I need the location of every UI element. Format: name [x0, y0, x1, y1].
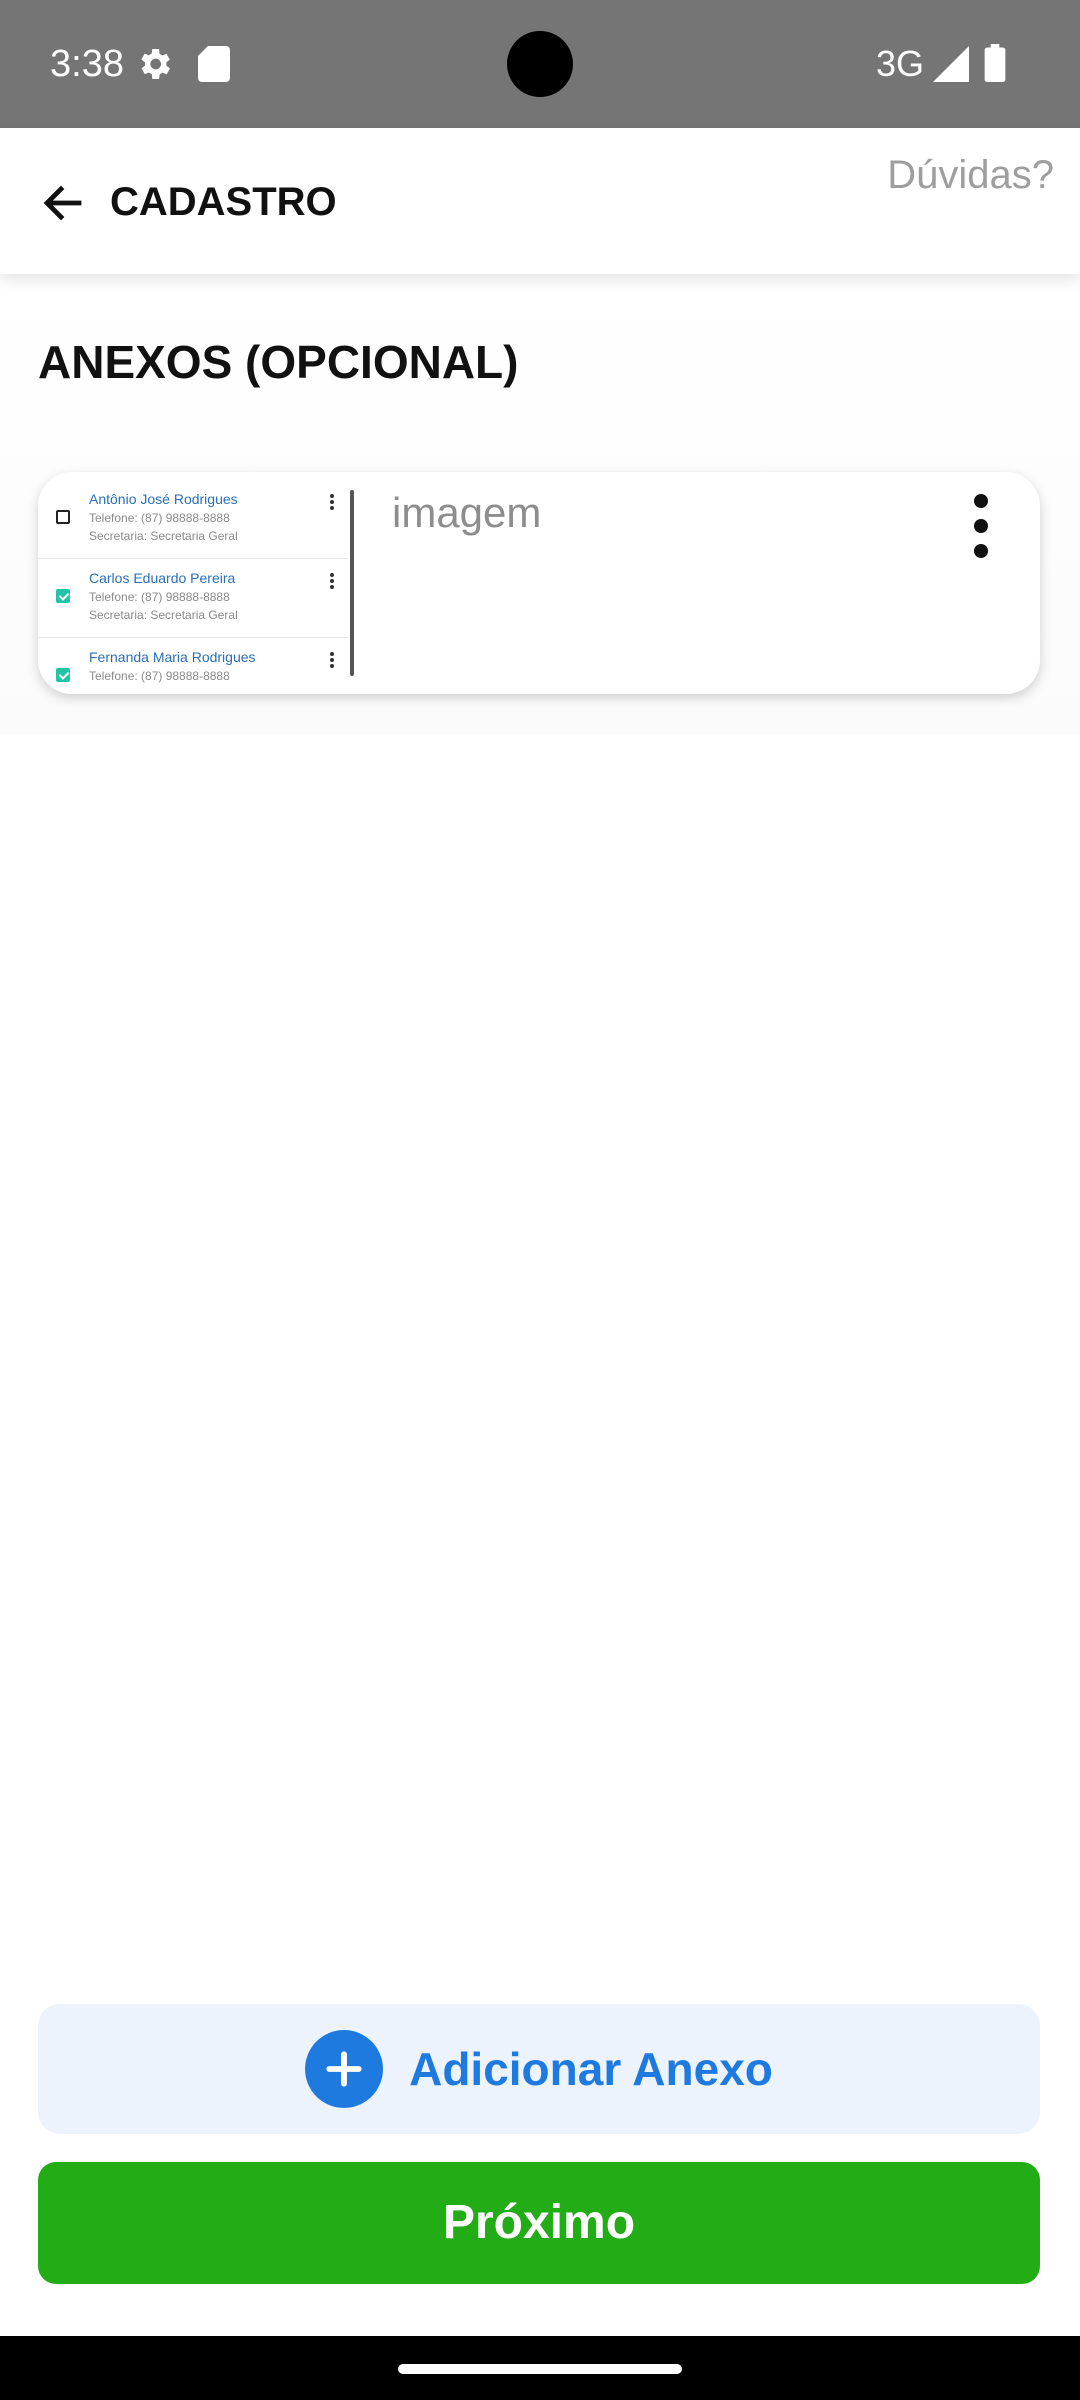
settings-gear-icon [141, 49, 170, 79]
thumbnail-contact-name: Fernanda Maria Rodrigues [89, 649, 256, 665]
thumbnail-list-item: Carlos Eduardo Pereira Telefone: (87) 98… [38, 559, 348, 638]
checkbox-unchecked-icon [56, 510, 70, 524]
thumbnail-list-item: Antônio José Rodrigues Telefone: (87) 98… [38, 480, 348, 559]
sd-card-icon [198, 46, 230, 82]
thumbnail-more-icon [330, 573, 334, 589]
thumbnail-contact-name: Antônio José Rodrigues [89, 491, 238, 507]
attachments-section: ANEXOS (OPCIONAL) Antônio José Rodrigues… [0, 274, 1080, 734]
next-button-label: Próximo [442, 2196, 636, 2249]
attachment-thumbnail: Antônio José Rodrigues Telefone: (87) 98… [38, 472, 356, 694]
back-button[interactable] [28, 168, 98, 238]
thumbnail-contact-department: Secretaria: Secretaria Geral [89, 608, 238, 622]
thumbnail-list-item: Fernanda Maria Rodrigues Telefone: (87) … [38, 638, 348, 694]
thumbnail-contact-name: Carlos Eduardo Pereira [89, 570, 236, 586]
battery-icon [984, 44, 1006, 82]
network-type: 3G [876, 43, 925, 84]
arrow-left-icon [43, 185, 82, 221]
status-bar: 3:38 3G [0, 0, 1080, 128]
thumbnail-contact-phone: Telefone: (87) 98888-8888 [89, 590, 230, 604]
next-button[interactable]: Próximo [38, 2162, 1040, 2284]
thumbnail-contact-phone: Telefone: (87) 98888-8888 [89, 511, 230, 525]
more-vertical-icon[interactable] [966, 494, 996, 558]
section-title: ANEXOS (OPCIONAL) [38, 336, 519, 388]
attachment-card[interactable]: Antônio José Rodrigues Telefone: (87) 98… [38, 472, 1040, 694]
checkbox-checked-icon [56, 668, 70, 682]
plus-circle-icon [305, 2030, 384, 2108]
camera-cutout [507, 31, 573, 97]
thumbnail-more-icon [330, 494, 334, 510]
checkbox-checked-icon [56, 589, 70, 603]
thumbnail-more-icon [330, 652, 334, 668]
signal-icon [933, 46, 969, 82]
thumbnail-scrollbar [350, 490, 354, 676]
status-time: 3:38 [50, 43, 124, 85]
home-indicator[interactable] [398, 2364, 682, 2374]
add-attachment-label: Adicionar Anexo [409, 2043, 773, 2095]
help-link[interactable]: Dúvidas? [887, 150, 1054, 200]
thumbnail-contact-phone: Telefone: (87) 98888-8888 [89, 669, 230, 683]
thumbnail-contact-department: Secretaria: Secretaria Geral [89, 529, 238, 543]
add-attachment-button[interactable]: Adicionar Anexo [38, 2004, 1040, 2134]
attachment-name: imagem [392, 489, 542, 536]
system-navigation-bar [0, 2336, 1080, 2400]
page-title: CADASTRO [110, 180, 337, 224]
app-bar: CADASTRO Dúvidas? [0, 128, 1080, 274]
